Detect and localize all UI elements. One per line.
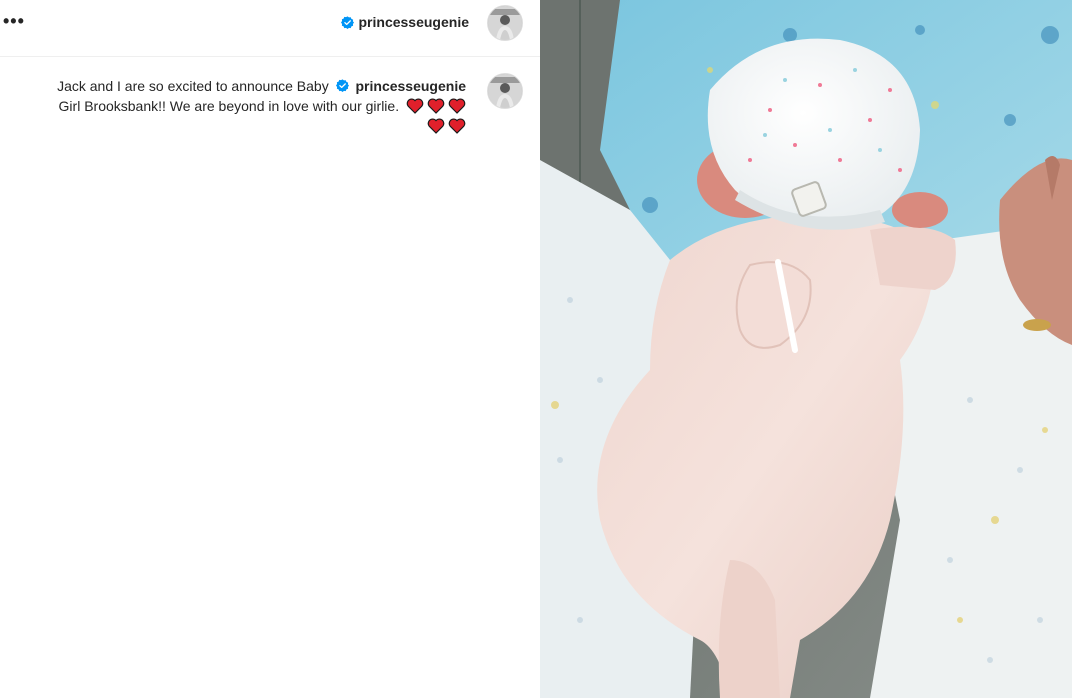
caption-text-part1: Jack and I are so excited to announce Ba… [57,78,329,94]
post-photo[interactable] [540,0,1072,698]
avatar[interactable] [487,5,523,41]
verified-badge-icon [335,79,349,92]
red-heart-icon [448,98,466,114]
red-heart-icon [427,98,445,114]
avatar-image [488,74,522,108]
red-heart-icon [448,118,466,134]
caption-avatar[interactable] [487,73,523,109]
post-header: ••• princesseugenie [0,0,540,57]
verified-badge-icon [340,15,354,29]
red-heart-icon [427,118,445,134]
post-caption: Jack and I are so excited to announce Ba… [6,76,466,136]
avatar-image [488,6,522,40]
red-heart-icon [406,98,424,114]
hearts-row-2 [424,116,466,136]
caption-text-part2: Girl Brooksbank!! We are beyond in love … [58,98,400,114]
newborn-photo [540,0,1072,698]
hearts-row-1 [403,96,466,116]
caption-mention-link[interactable]: princesseugenie [356,78,467,94]
more-options-button[interactable]: ••• [3,12,25,30]
header-user[interactable]: princesseugenie [340,14,470,30]
header-username-link[interactable]: princesseugenie [359,14,470,30]
post-details-panel: ••• princesseugenie Jack and I are so ex… [0,0,540,698]
